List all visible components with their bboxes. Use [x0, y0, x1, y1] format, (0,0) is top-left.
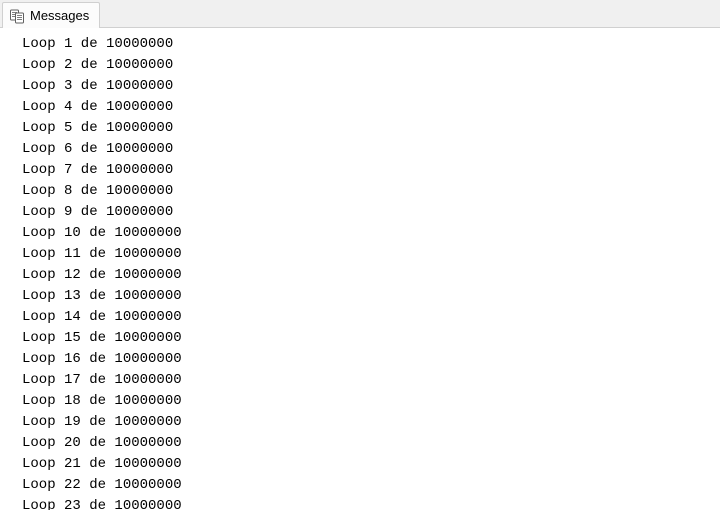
- message-line: Loop 21 de 10000000: [22, 454, 720, 475]
- message-line: Loop 20 de 10000000: [22, 433, 720, 454]
- message-line: Loop 2 de 10000000: [22, 55, 720, 76]
- tab-label: Messages: [30, 8, 89, 23]
- message-line: Loop 10 de 10000000: [22, 223, 720, 244]
- message-line: Loop 8 de 10000000: [22, 181, 720, 202]
- message-line: Loop 19 de 10000000: [22, 412, 720, 433]
- message-line: Loop 23 de 10000000: [22, 496, 720, 510]
- message-line: Loop 11 de 10000000: [22, 244, 720, 265]
- message-line: Loop 1 de 10000000: [22, 34, 720, 55]
- message-line: Loop 5 de 10000000: [22, 118, 720, 139]
- messages-pane[interactable]: Loop 1 de 10000000Loop 2 de 10000000Loop…: [0, 28, 720, 513]
- message-line: Loop 9 de 10000000: [22, 202, 720, 223]
- message-line: Loop 15 de 10000000: [22, 328, 720, 349]
- message-line: Loop 16 de 10000000: [22, 349, 720, 370]
- tab-bar: Messages: [0, 0, 720, 28]
- message-line: Loop 12 de 10000000: [22, 265, 720, 286]
- message-line: Loop 4 de 10000000: [22, 97, 720, 118]
- message-line: Loop 22 de 10000000: [22, 475, 720, 496]
- message-line: Loop 17 de 10000000: [22, 370, 720, 391]
- tab-messages[interactable]: Messages: [2, 2, 100, 28]
- messages-icon: [9, 8, 25, 24]
- message-line: Loop 13 de 10000000: [22, 286, 720, 307]
- message-line: Loop 18 de 10000000: [22, 391, 720, 412]
- message-line: Loop 7 de 10000000: [22, 160, 720, 181]
- message-line: Loop 3 de 10000000: [22, 76, 720, 97]
- message-line: Loop 6 de 10000000: [22, 139, 720, 160]
- message-line: Loop 14 de 10000000: [22, 307, 720, 328]
